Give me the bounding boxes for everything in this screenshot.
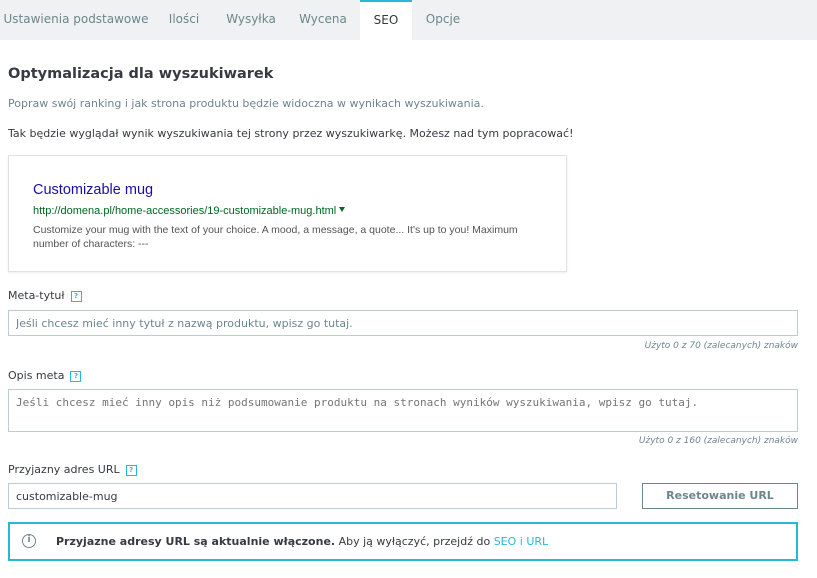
section-title: Optymalizacja dla wyszukiwarek <box>8 66 274 82</box>
friendly-url-label-text: Przyjazny adres URL <box>8 463 120 476</box>
meta-title-label: Meta-tytuł? <box>8 289 82 302</box>
reset-url-button[interactable]: Resetowanie URL <box>642 483 798 509</box>
help-icon[interactable]: ? <box>125 464 137 476</box>
tab-bar: Ustawienia podstawowe Ilości Wysyłka Wyc… <box>0 0 817 40</box>
tab-pricing[interactable]: Wycena <box>286 0 360 40</box>
meta-title-input[interactable] <box>8 310 798 336</box>
help-icon[interactable]: ? <box>70 290 82 302</box>
info-alert: i Przyjazne adresy URL są aktualnie włąc… <box>8 522 798 561</box>
seo-urls-link[interactable]: SEO i URL <box>494 535 548 548</box>
alert-bold-text: Przyjazne adresy URL są aktualnie włączo… <box>56 535 336 548</box>
preview-description: Customize your mug with the text of your… <box>33 224 518 250</box>
info-icon: i <box>22 534 36 548</box>
meta-title-label-text: Meta-tytuł <box>8 289 65 302</box>
caret-down-icon <box>339 207 346 212</box>
meta-description-label-text: Opis meta <box>8 369 65 382</box>
meta-description-textarea[interactable] <box>8 389 798 432</box>
tab-shipping[interactable]: Wysyłka <box>216 0 286 40</box>
preview-note: Tak będzie wyglądał wynik wyszukiwania t… <box>8 127 574 140</box>
help-icon[interactable]: ? <box>70 370 82 382</box>
meta-description-counter: Użyto 0 z 160 (zalecanych) znaków <box>638 436 798 446</box>
section-subtitle: Popraw swój ranking i jak strona produkt… <box>8 97 484 110</box>
alert-message: Przyjazne adresy URL są aktualnie włączo… <box>56 535 548 548</box>
friendly-url-input[interactable] <box>8 483 617 509</box>
meta-description-label: Opis meta? <box>8 369 82 382</box>
search-result-preview: Customizable mug http://domena.pl/home-a… <box>8 155 567 272</box>
preview-url-text: http://domena.pl/home-accessories/19-cus… <box>33 205 337 217</box>
tab-quantities[interactable]: Ilości <box>152 0 216 40</box>
tab-basic-settings[interactable]: Ustawienia podstawowe <box>0 0 152 40</box>
tab-options[interactable]: Opcje <box>412 0 474 40</box>
alert-text: Aby ją wyłączyć, przejdź do <box>335 535 494 548</box>
preview-title: Customizable mug <box>33 182 154 198</box>
preview-url: http://domena.pl/home-accessories/19-cus… <box>33 205 346 217</box>
friendly-url-label: Przyjazny adres URL? <box>8 463 137 476</box>
tab-seo[interactable]: SEO <box>360 0 412 40</box>
meta-title-counter: Użyto 0 z 70 (zalecanych) znaków <box>644 341 798 351</box>
